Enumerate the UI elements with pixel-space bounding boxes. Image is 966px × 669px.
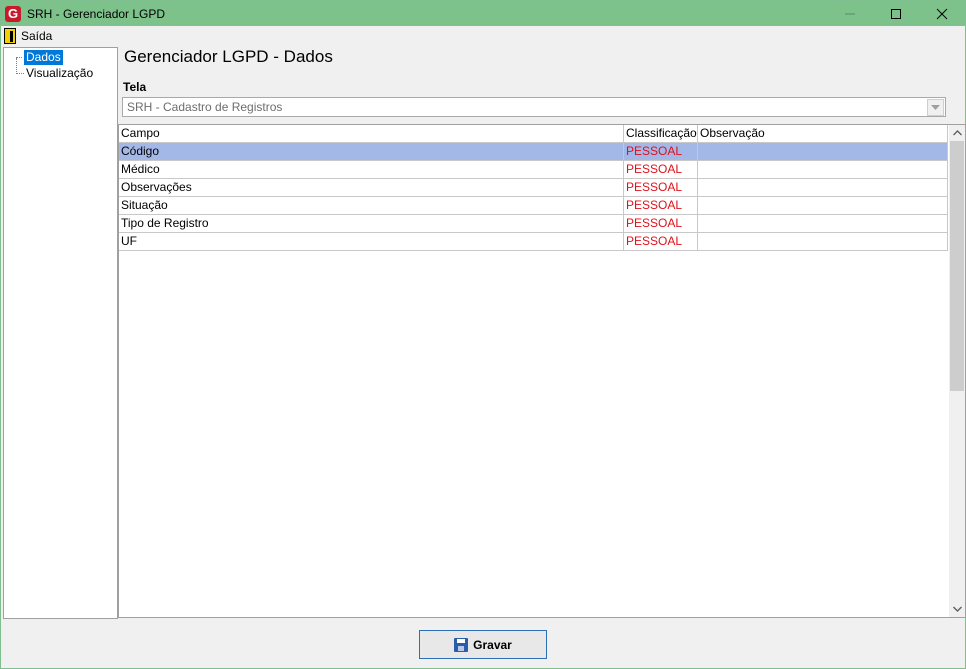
title-bar[interactable]: G SRH - Gerenciador LGPD: [1, 1, 965, 26]
header-observacao[interactable]: Observação: [698, 125, 948, 142]
tela-select-value: SRH - Cadastro de Registros: [127, 100, 283, 114]
close-button[interactable]: [919, 1, 965, 26]
grid-rows: Código PESSOAL Médico PESSOAL Observaçõe…: [119, 143, 948, 251]
cell-classificacao[interactable]: PESSOAL: [624, 161, 698, 178]
grid-header: Campo Classificação Observação: [119, 125, 948, 143]
table-row[interactable]: Tipo de Registro PESSOAL: [119, 215, 948, 233]
cell-campo[interactable]: Observações: [119, 179, 624, 196]
minimize-icon: [845, 13, 855, 14]
cell-campo[interactable]: UF: [119, 233, 624, 250]
chevron-up-icon: [952, 130, 962, 136]
menu-exit-label: Saída: [21, 29, 53, 43]
cell-observacao[interactable]: [698, 179, 948, 196]
cell-classificacao[interactable]: PESSOAL: [624, 197, 698, 214]
table-row[interactable]: Médico PESSOAL: [119, 161, 948, 179]
app-logo-icon: G: [5, 5, 21, 22]
tree-item-visualizacao[interactable]: Visualização: [24, 66, 95, 81]
cell-observacao[interactable]: [698, 161, 948, 178]
window-title: SRH - Gerenciador LGPD: [27, 6, 166, 21]
tela-select[interactable]: SRH - Cadastro de Registros: [122, 97, 946, 117]
tree-connector: [16, 73, 24, 74]
cell-classificacao[interactable]: PESSOAL: [624, 233, 698, 250]
close-icon: [936, 8, 948, 19]
tree-connector: [16, 58, 17, 74]
table-row[interactable]: Observações PESSOAL: [119, 179, 948, 197]
exit-door-icon: [4, 28, 16, 44]
cell-classificacao[interactable]: PESSOAL: [624, 215, 698, 232]
minimize-button[interactable]: [827, 1, 873, 26]
tela-select-dropdown-button[interactable]: [927, 99, 944, 116]
scroll-down-button[interactable]: [949, 601, 965, 617]
menu-bar: Saída: [1, 26, 965, 46]
cell-campo[interactable]: Tipo de Registro: [119, 215, 624, 232]
cell-classificacao[interactable]: PESSOAL: [624, 179, 698, 196]
cell-campo[interactable]: Código: [119, 143, 624, 160]
tree-item-dados[interactable]: Dados: [23, 49, 64, 66]
tree-connector: [16, 57, 24, 58]
cell-classificacao[interactable]: PESSOAL: [624, 143, 698, 160]
grid-vertical-scrollbar[interactable]: [949, 125, 965, 617]
save-button-label: Gravar: [473, 637, 512, 652]
save-button[interactable]: Gravar: [419, 630, 547, 659]
page-title: Gerenciador LGPD - Dados: [124, 47, 333, 66]
floppy-disk-icon: [454, 637, 469, 652]
cell-observacao[interactable]: [698, 197, 948, 214]
cell-observacao[interactable]: [698, 233, 948, 250]
chevron-down-icon: [952, 606, 962, 612]
navigation-tree: Dados Visualização: [3, 47, 118, 619]
fields-grid: Campo Classificação Observação Código PE…: [118, 124, 966, 618]
maximize-icon: [891, 8, 901, 19]
menu-exit[interactable]: Saída: [4, 28, 52, 44]
header-campo[interactable]: Campo: [119, 125, 624, 142]
scroll-up-button[interactable]: [949, 125, 965, 141]
table-row[interactable]: Código PESSOAL: [119, 143, 948, 161]
table-row[interactable]: Situação PESSOAL: [119, 197, 948, 215]
main-window: G SRH - Gerenciador LGPD Saída Dados Vis…: [0, 0, 966, 669]
maximize-button[interactable]: [873, 1, 919, 26]
cell-observacao[interactable]: [698, 215, 948, 232]
scrollbar-thumb[interactable]: [950, 141, 964, 391]
cell-observacao[interactable]: [698, 143, 948, 160]
cell-campo[interactable]: Situação: [119, 197, 624, 214]
header-classificacao[interactable]: Classificação: [624, 125, 698, 142]
table-row[interactable]: UF PESSOAL: [119, 233, 948, 251]
chevron-down-icon: [931, 104, 940, 110]
tela-label: Tela: [123, 80, 147, 94]
cell-campo[interactable]: Médico: [119, 161, 624, 178]
